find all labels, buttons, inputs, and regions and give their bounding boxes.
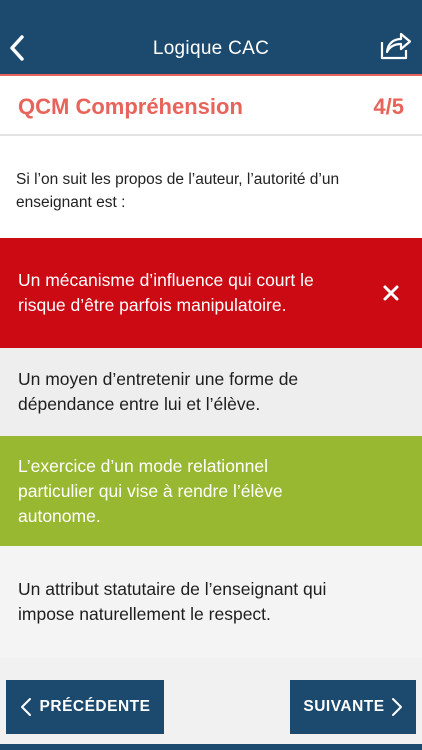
- question-text: Si l’on suit les propos de l’auteur, l’a…: [0, 138, 422, 238]
- chevron-left-icon: [20, 698, 31, 716]
- answer-label: Un mécanisme d’influence qui court le ri…: [18, 270, 314, 315]
- share-button[interactable]: [378, 30, 412, 62]
- previous-button[interactable]: PRÉCÉDENTE: [6, 680, 164, 734]
- answer-option-correct[interactable]: L’exercice d’un mode relationnel particu…: [0, 436, 422, 546]
- next-button[interactable]: SUIVANTE: [290, 680, 416, 734]
- answer-label: L’exercice d’un mode relationnel particu…: [18, 455, 283, 526]
- close-icon: [383, 285, 399, 301]
- next-button-label: SUIVANTE: [303, 698, 385, 715]
- footer: PRÉCÉDENTE SUIVANTE: [0, 658, 422, 750]
- answer-option[interactable]: Un attribut statutaire de l’enseignant q…: [0, 546, 422, 658]
- answer-option[interactable]: Un moyen d’entretenir une forme de dépen…: [0, 348, 422, 436]
- answer-label: Un moyen d’entretenir une forme de dépen…: [18, 369, 299, 414]
- previous-button-label: PRÉCÉDENTE: [39, 698, 151, 715]
- chevron-right-icon: [391, 698, 402, 716]
- bottom-bar: [0, 744, 422, 750]
- quiz-title: QCM Compréhension: [18, 94, 243, 119]
- question-counter: 4/5: [373, 94, 404, 119]
- answer-option-wrong[interactable]: Un mécanisme d’influence qui court le ri…: [0, 238, 422, 348]
- share-icon: [380, 32, 412, 60]
- answer-label: Un attribut statutaire de l’enseignant q…: [18, 579, 327, 624]
- navigation-bar: Logique CAC: [0, 0, 422, 74]
- page-title: Logique CAC: [152, 38, 270, 59]
- quiz-header: QCM Compréhension 4/5: [0, 76, 422, 136]
